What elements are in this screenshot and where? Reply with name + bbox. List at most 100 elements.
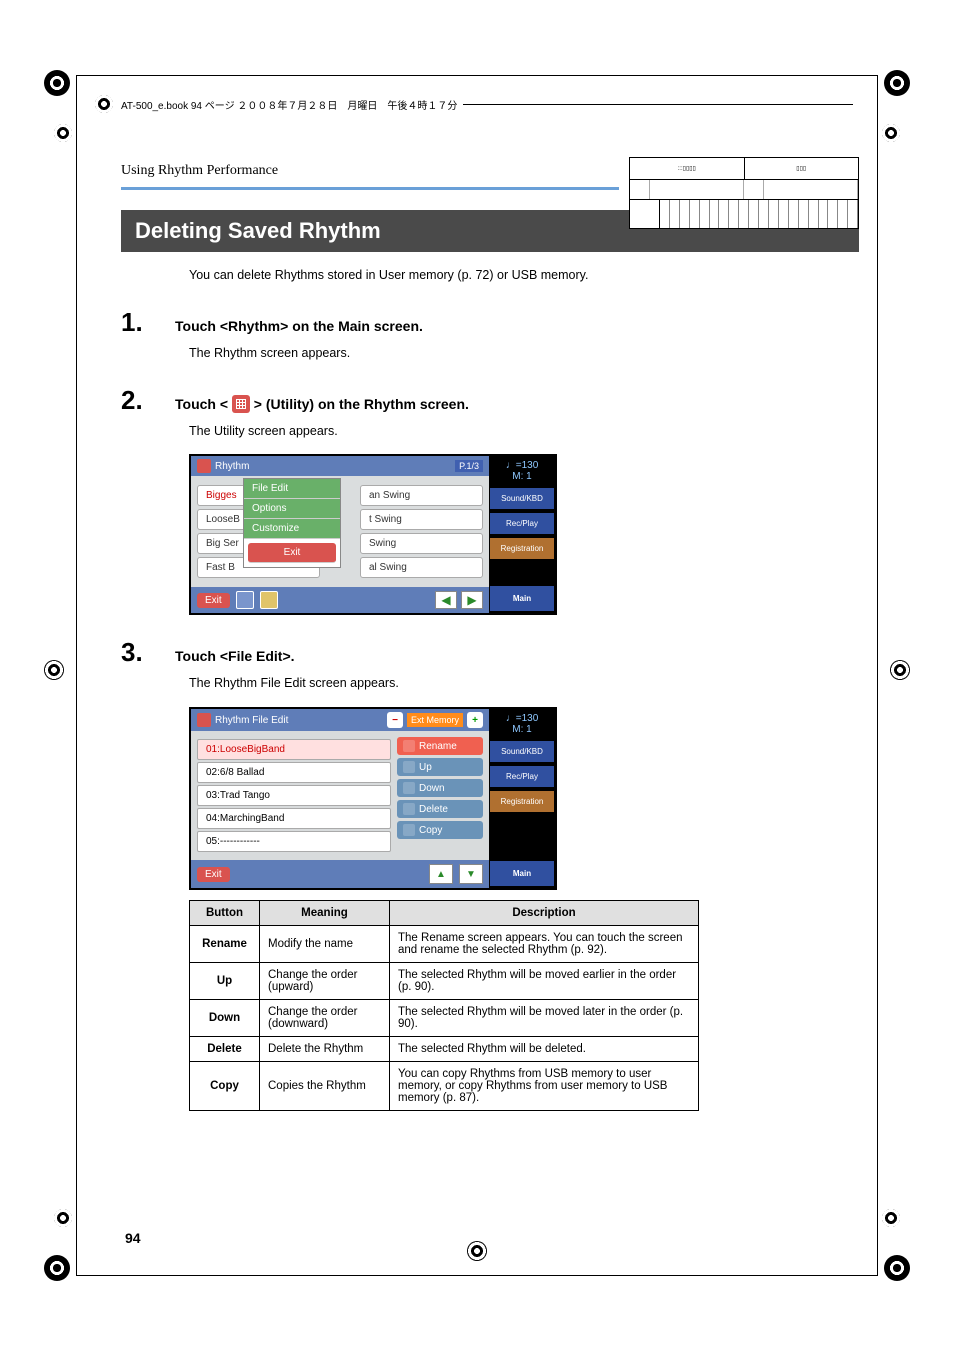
- delete-label: Delete: [419, 804, 448, 815]
- page-number: 94: [125, 1230, 141, 1246]
- step-1-after: The Rhythm screen appears.: [189, 344, 859, 363]
- utility-menu: File Edit Options Customize Exit: [243, 478, 341, 568]
- table-row: Rename Modify the name The Rename screen…: [190, 926, 699, 963]
- registration-mark-icon: [882, 124, 900, 142]
- table-row: Delete Delete the Rhythm The selected Rh…: [190, 1037, 699, 1062]
- step-number: 1.: [121, 307, 175, 338]
- side-panel: ♩=130 M: 1 Sound/KBD Rec/Play Registrati…: [489, 456, 555, 613]
- file-edit-titlebar: Rhythm File Edit − Ext Memory +: [191, 709, 489, 731]
- menu-item-file-edit[interactable]: File Edit: [244, 479, 340, 499]
- tempo-value: ♩=130: [491, 713, 553, 724]
- list-item[interactable]: an Swing: [360, 485, 483, 506]
- up-button[interactable]: Up: [397, 758, 483, 776]
- list-item[interactable]: 02:6/8 Ballad: [197, 762, 391, 783]
- copy-button[interactable]: Copy: [397, 821, 483, 839]
- cell-button: Rename: [190, 926, 260, 963]
- plus-icon[interactable]: +: [467, 712, 483, 728]
- file-edit-buttons: Rename Up Down Delete Copy: [397, 737, 483, 854]
- file-edit-footer: Exit ▲ ▼: [191, 860, 489, 888]
- rhythm-screen-titlebar: Rhythm P.1/3: [191, 456, 489, 476]
- cell-description: The selected Rhythm will be moved earlie…: [390, 963, 699, 1000]
- cell-description: You can copy Rhythms from USB memory to …: [390, 1062, 699, 1111]
- registration-mark-icon: [884, 1255, 910, 1281]
- utility-icon: [232, 395, 250, 413]
- delete-icon: [403, 803, 415, 815]
- down-arrow-icon[interactable]: ▼: [459, 864, 483, 884]
- list-item[interactable]: 01:LooseBigBand: [197, 739, 391, 760]
- cell-meaning: Delete the Rhythm: [260, 1037, 390, 1062]
- cell-button: Copy: [190, 1062, 260, 1111]
- registration-mark-icon: [44, 1255, 70, 1281]
- prev-icon[interactable]: ◀: [435, 591, 457, 609]
- next-icon[interactable]: ▶: [461, 591, 483, 609]
- up-arrow-icon[interactable]: ▲: [429, 864, 453, 884]
- measure-value: M: 1: [491, 471, 553, 482]
- side-registration[interactable]: Registration: [489, 790, 555, 813]
- copy-icon: [403, 824, 415, 836]
- side-rec-play[interactable]: Rec/Play: [489, 765, 555, 788]
- cell-meaning: Modify the name: [260, 926, 390, 963]
- rhythm-screen-footer: Exit ◀ ▶: [191, 587, 489, 613]
- registration-mark-icon: [44, 70, 70, 96]
- cell-meaning: Change the order (upward): [260, 963, 390, 1000]
- list-item[interactable]: 05:------------: [197, 831, 391, 852]
- side-sound-kbd[interactable]: Sound/KBD: [489, 487, 555, 510]
- down-button[interactable]: Down: [397, 779, 483, 797]
- up-icon: [403, 761, 415, 773]
- cell-description: The selected Rhythm will be deleted.: [390, 1037, 699, 1062]
- side-main[interactable]: Main: [489, 585, 555, 612]
- cell-button: Up: [190, 963, 260, 1000]
- cell-button: Down: [190, 1000, 260, 1037]
- exit-button[interactable]: Exit: [197, 593, 230, 608]
- step-number: 3.: [121, 637, 175, 668]
- table-row: Copy Copies the Rhythm You can copy Rhyt…: [190, 1062, 699, 1111]
- utility-icon[interactable]: [236, 591, 254, 609]
- registration-mark-icon: [890, 660, 910, 680]
- list-item[interactable]: al Swing: [360, 557, 483, 578]
- step-number: 2.: [121, 385, 175, 416]
- rename-label: Rename: [419, 741, 457, 752]
- step-2-after: The Utility screen appears.: [189, 422, 859, 441]
- file-edit-title: Rhythm File Edit: [215, 715, 288, 726]
- step-title-pre: Touch <: [175, 396, 232, 412]
- memory-label[interactable]: Ext Memory: [407, 713, 463, 727]
- step-3-after: The Rhythm File Edit screen appears.: [189, 674, 859, 693]
- target-icon: [95, 95, 113, 113]
- cell-description: The Rename screen appears. You can touch…: [390, 926, 699, 963]
- close-icon[interactable]: [197, 459, 211, 473]
- menu-item-exit[interactable]: Exit: [248, 543, 336, 563]
- side-sound-kbd[interactable]: Sound/KBD: [489, 740, 555, 763]
- cell-button: Delete: [190, 1037, 260, 1062]
- side-main[interactable]: Main: [489, 860, 555, 887]
- list-item[interactable]: t Swing: [360, 509, 483, 530]
- step-1: 1. Touch <Rhythm> on the Main screen.: [121, 307, 859, 338]
- tempo-display: ♩=130 M: 1: [489, 456, 555, 486]
- minus-icon[interactable]: −: [387, 712, 403, 728]
- list-item[interactable]: 04:MarchingBand: [197, 808, 391, 829]
- step-title-post: > (Utility) on the Rhythm screen.: [250, 396, 469, 412]
- menu-item-options[interactable]: Options: [244, 499, 340, 519]
- tempo-display: ♩=130 M: 1: [489, 709, 555, 739]
- cell-meaning: Change the order (downward): [260, 1000, 390, 1037]
- step-title: Touch < > (Utility) on the Rhythm screen…: [175, 395, 469, 413]
- registration-mark-icon: [54, 1209, 72, 1227]
- search-icon[interactable]: [260, 591, 278, 609]
- list-item[interactable]: Swing: [360, 533, 483, 554]
- list-item[interactable]: 03:Trad Tango: [197, 785, 391, 806]
- crop-header: AT-500_e.book 94 ページ ２００８年７月２８日 月曜日 午後４時…: [95, 95, 859, 113]
- side-rec-play[interactable]: Rec/Play: [489, 512, 555, 535]
- side-panel: ♩=130 M: 1 Sound/KBD Rec/Play Registrati…: [489, 709, 555, 888]
- menu-item-customize[interactable]: Customize: [244, 519, 340, 539]
- side-registration[interactable]: Registration: [489, 537, 555, 560]
- step-2: 2. Touch < > (Utility) on the Rhythm scr…: [121, 385, 859, 416]
- button-description-table: Button Meaning Description Rename Modify…: [189, 900, 699, 1111]
- rename-button[interactable]: Rename: [397, 737, 483, 755]
- cell-meaning: Copies the Rhythm: [260, 1062, 390, 1111]
- intro-text: You can delete Rhythms stored in User me…: [189, 266, 859, 285]
- delete-button[interactable]: Delete: [397, 800, 483, 818]
- table-header: Meaning: [260, 901, 390, 926]
- section-rule: [121, 187, 619, 190]
- header-rule: [463, 104, 853, 105]
- exit-button[interactable]: Exit: [197, 867, 230, 882]
- close-icon[interactable]: [197, 713, 211, 727]
